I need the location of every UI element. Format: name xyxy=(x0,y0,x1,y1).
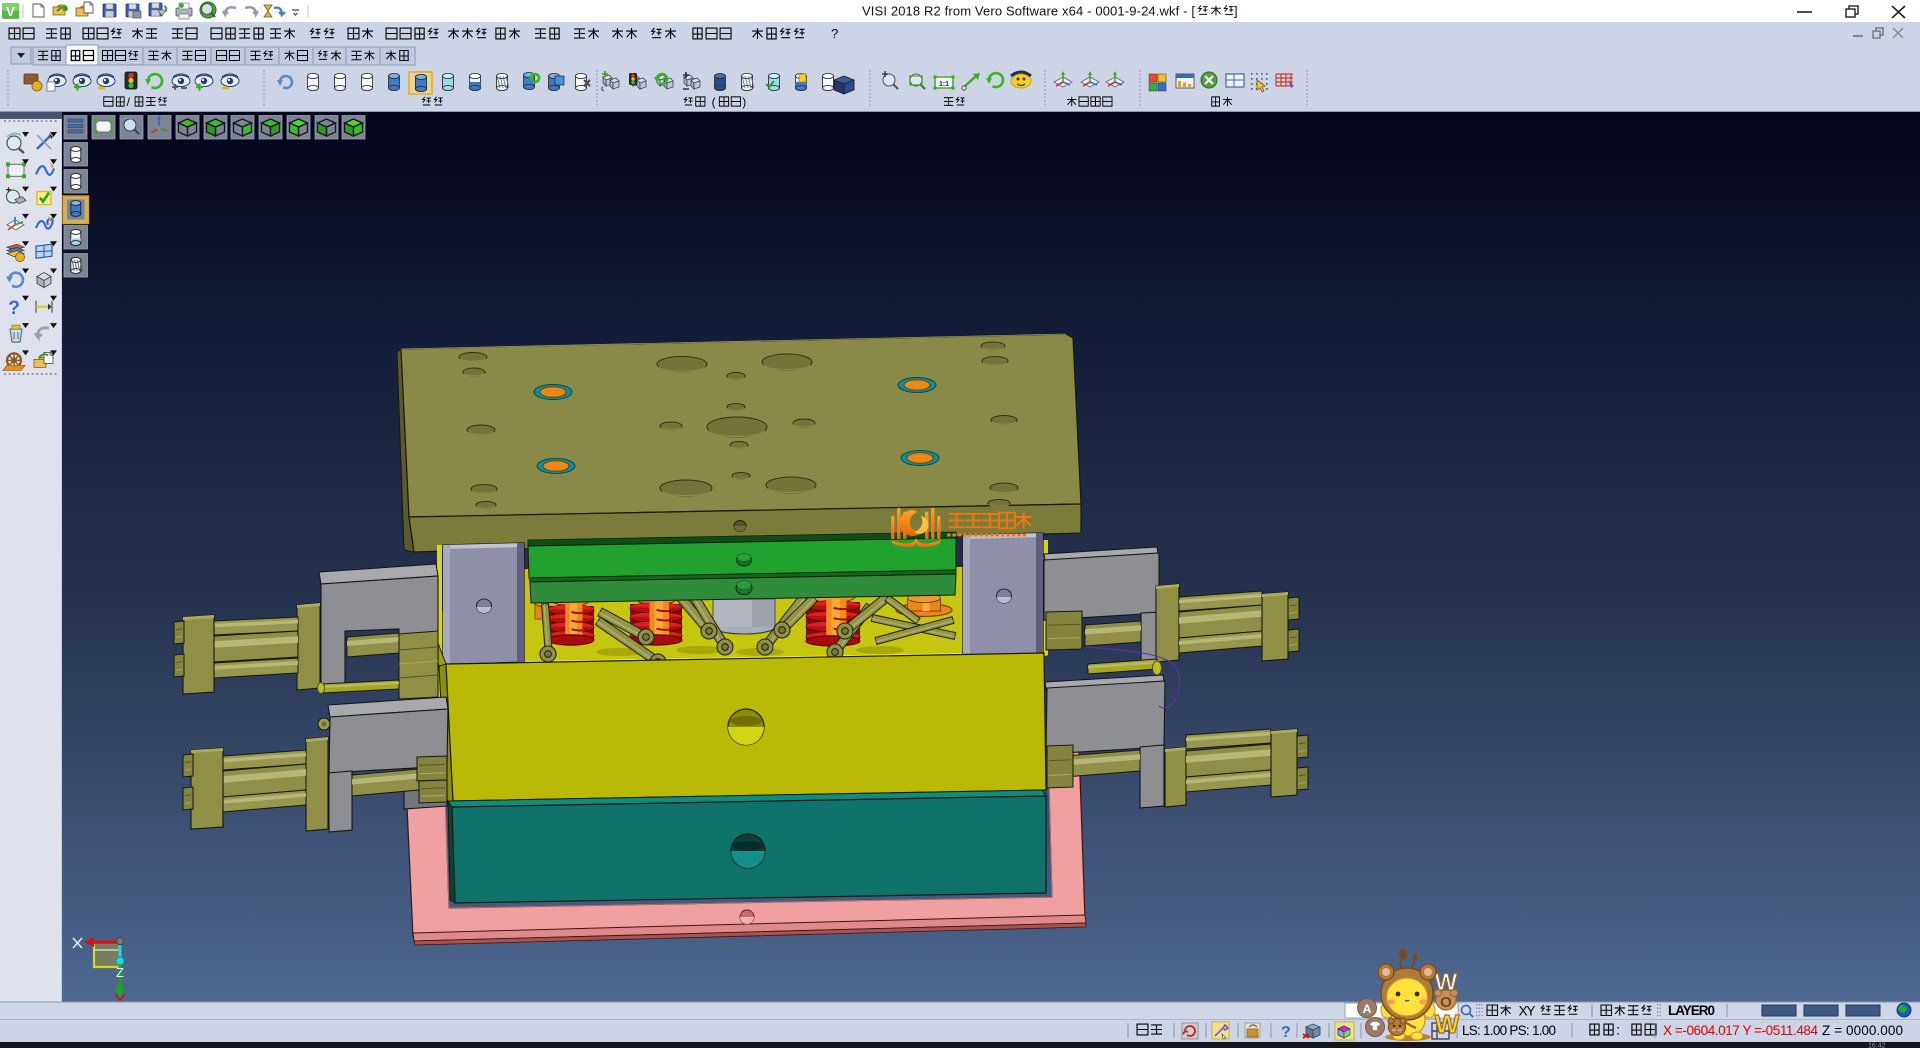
svg-text:VISI 2018 R2 from Vero Softwar: VISI 2018 R2 from Vero Software x64 - 00… xyxy=(862,4,1195,19)
svg-text:Z = 0000.000: Z = 0000.000 xyxy=(1822,1023,1903,1038)
svg-text:LS: 1.00 PS: 1.00: LS: 1.00 PS: 1.00 xyxy=(1462,1023,1556,1038)
svg-text:Z: Z xyxy=(116,965,124,980)
svg-text:W: W xyxy=(1435,1009,1460,1039)
svg-text:LAYER0: LAYER0 xyxy=(1668,1003,1715,1018)
svg-text:Y: Y xyxy=(1526,1003,1535,1018)
svg-text:(: ( xyxy=(712,95,716,109)
svg-text:): ) xyxy=(742,95,746,109)
svg-text:1:1: 1:1 xyxy=(939,81,949,88)
svg-text:V: V xyxy=(6,4,15,19)
svg-text::: : xyxy=(1616,1022,1620,1038)
svg-text:X =-0604.017 Y =-0511.484: X =-0604.017 Y =-0511.484 xyxy=(1663,1023,1818,1038)
svg-text:?: ? xyxy=(1281,1024,1291,1041)
svg-text:?: ? xyxy=(8,298,20,319)
svg-text:?: ? xyxy=(831,26,838,41)
svg-text:]: ] xyxy=(1234,4,1238,19)
svg-text:16:42: 16:42 xyxy=(1868,1043,1886,1048)
svg-text:A: A xyxy=(1363,1002,1372,1016)
